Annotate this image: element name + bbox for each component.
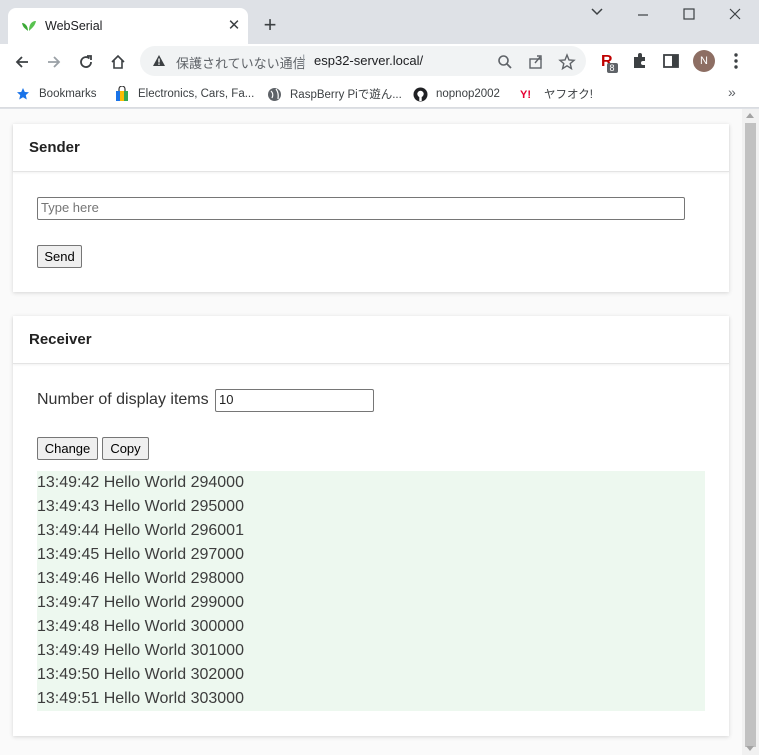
vertical-scrollbar[interactable] [742,109,759,755]
shopping-bag-icon [114,86,130,102]
scroll-up-arrow-icon[interactable] [746,113,754,118]
more-vertical-icon [734,53,738,69]
new-tab-button[interactable]: + [259,14,281,36]
receiver-card: Receiver Number of display items 10 Chan… [13,316,729,736]
tab-close-icon[interactable]: ✕ [226,18,242,34]
address-bar[interactable]: 保護されていない通信 | esp32-server.local/ [140,46,586,76]
message-input-placeholder: Type here [41,200,99,215]
home-button[interactable] [105,49,131,75]
leaf-favicon-icon [22,21,36,31]
globe-icon [266,86,282,102]
arrow-right-icon [48,56,61,68]
bookmarks-bar: Bookmarks Electronics, Cars, Fa... RaspB… [0,79,759,108]
bookmark-label: Bookmarks [39,88,97,100]
tab-webserial[interactable]: WebSerial ✕ [8,8,248,44]
security-status-label[interactable]: 保護されていない通信 [176,53,306,72]
maximize-button[interactable] [675,4,703,26]
arrow-left-icon [15,56,28,68]
bookmark-item[interactable]: Y! ヤフオク! [520,85,593,103]
sender-card: Sender Type here Send [13,124,729,292]
receiver-title: Receiver [13,316,729,364]
rakuten-extension-button[interactable]: R 8 [598,51,620,73]
warning-icon[interactable] [152,54,166,67]
back-button[interactable] [9,49,35,75]
reload-button[interactable] [73,49,99,75]
bookmark-item[interactable]: nopnop2002 [412,85,500,103]
bookmark-label: Electronics, Cars, Fa... [138,88,255,100]
close-icon [729,8,741,20]
yahoo-auction-icon: Y! [520,86,536,102]
scroll-down-arrow-icon[interactable] [746,746,754,751]
log-line: 13:49:51 Hello World 303000 [37,690,244,707]
github-icon [412,86,428,102]
tab-title: WebSerial [45,19,103,33]
puzzle-icon [634,53,645,68]
minimize-button[interactable] [629,4,657,26]
star-outline-icon[interactable] [558,53,576,71]
log-line: 13:49:47 Hello World 299000 [37,594,244,611]
extension-badge: 8 [610,63,615,73]
log-line: 13:49:46 Hello World 298000 [37,570,244,587]
log-line: 13:49:50 Hello World 302000 [37,666,244,683]
scroll-thumb[interactable] [745,123,756,747]
star-icon [15,86,31,102]
sender-title: Sender [13,124,729,172]
change-button[interactable]: Change [37,437,98,460]
menu-button[interactable] [727,51,749,73]
search-icon[interactable] [496,53,514,71]
bookmarks-overflow-icon[interactable]: » [728,84,736,100]
display-items-label: Number of display items [37,391,209,408]
send-button[interactable]: Send [37,245,82,268]
title-bar: WebSerial ✕ + [0,0,759,44]
log-line: 13:49:43 Hello World 295000 [37,498,244,515]
bookmark-item[interactable]: Electronics, Cars, Fa... [114,85,254,103]
extensions-button[interactable] [630,51,652,73]
omnibox-separator: | [302,52,306,67]
forward-button[interactable] [41,49,67,75]
minimize-icon [638,14,648,16]
copy-button[interactable]: Copy [102,437,149,460]
chevron-down-icon [591,8,603,16]
message-input[interactable]: Type here [37,197,685,220]
display-items-input[interactable]: 10 [215,389,374,412]
home-icon [111,54,125,69]
reload-icon [80,55,92,68]
bookmark-label: ヤフオク! [544,89,593,101]
side-panel-icon [663,54,679,68]
maximize-icon [683,8,695,20]
bookmark-label: nopnop2002 [436,88,500,100]
close-window-button[interactable] [721,4,749,26]
side-panel-button[interactable] [661,51,683,73]
log-line: 13:49:48 Hello World 300000 [37,618,244,635]
log-line: 13:49:44 Hello World 296001 [37,522,244,539]
log-line: 13:49:49 Hello World 301000 [37,642,244,659]
bookmark-label: RaspBerry Piで遊ん... [290,89,402,101]
display-items-value: 10 [219,392,234,407]
rakuten-r-icon: R 8 [601,53,618,73]
log-line: 13:49:45 Hello World 297000 [37,546,244,563]
received-log: 13:49:42 Hello World 294000 13:49:43 Hel… [37,471,705,711]
share-icon[interactable] [527,53,545,71]
svg-text:Y!: Y! [520,89,531,101]
url-text[interactable]: esp32-server.local/ [314,53,423,68]
profile-avatar[interactable]: N [693,50,715,72]
browser-toolbar: 保護されていない通信 | esp32-server.local/ R 8 N [0,44,759,79]
bookmark-item[interactable]: RaspBerry Piで遊ん... [266,85,402,103]
bookmark-item[interactable]: Bookmarks [15,85,97,103]
tab-search-button[interactable] [583,4,611,26]
log-line: 13:49:42 Hello World 294000 [37,474,244,491]
page-viewport: Sender Type here Send Receiver Number of… [0,109,759,755]
